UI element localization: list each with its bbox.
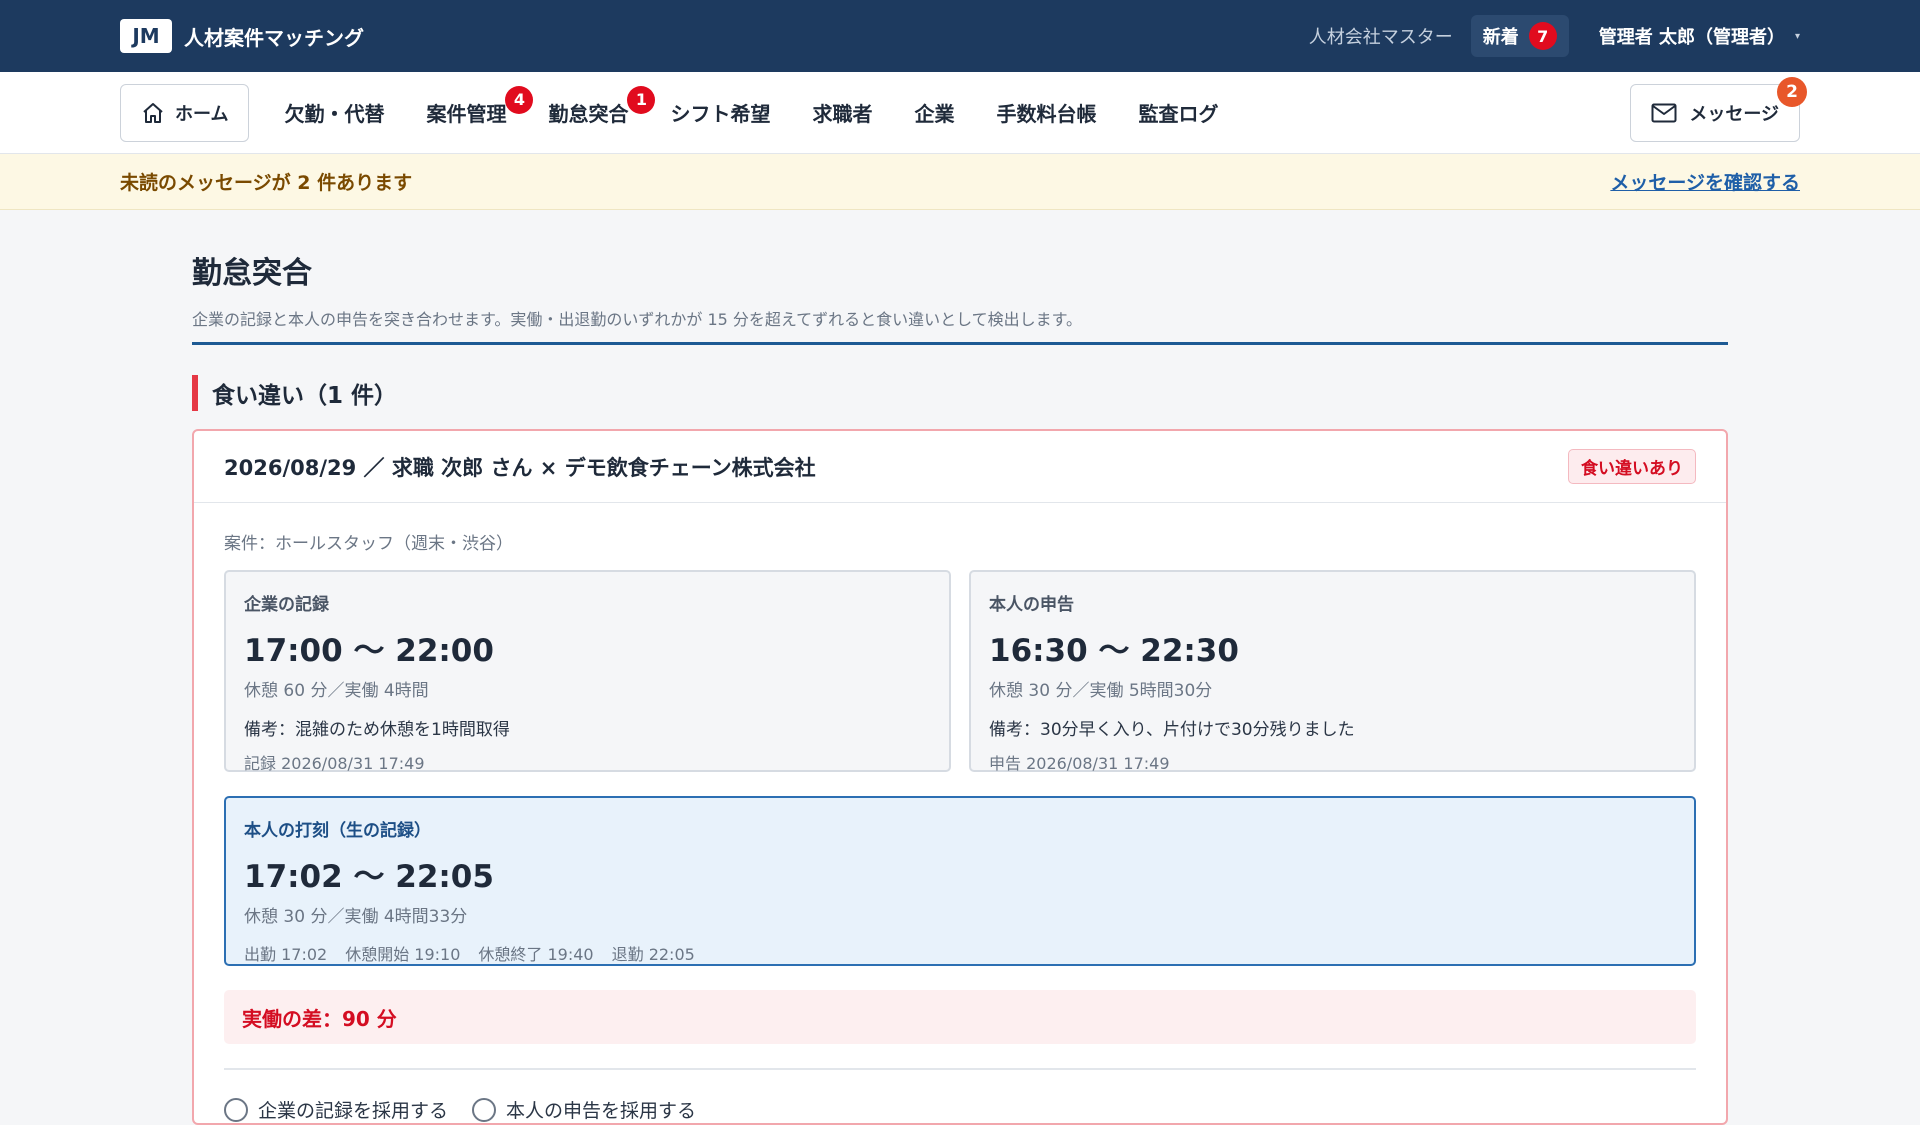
new-label: 新着 bbox=[1482, 27, 1519, 48]
messages-label: メッセージ bbox=[1689, 103, 1779, 125]
user-menu[interactable]: 管理者 太郎（管理者） ▾ bbox=[1599, 23, 1800, 49]
adopt-company-option[interactable]: 企業の記録を採用する bbox=[224, 1096, 448, 1123]
radio-button[interactable] bbox=[224, 1097, 248, 1122]
company-record-time: 17:00 〜 22:00 bbox=[244, 633, 494, 669]
punch-record-meta: 休憩 30 分／実働 4時間33分 bbox=[244, 907, 468, 927]
app-name: 人材案件マッチング bbox=[184, 25, 364, 50]
nav-item-shift[interactable]: シフト希望 bbox=[649, 84, 791, 142]
top-bar: JM 人材案件マッチング 人材会社マスター 新着 7 管理者 太郎（管理者） ▾ bbox=[0, 0, 1920, 72]
divider bbox=[224, 1068, 1696, 1070]
nav-item-label: 案件管理 bbox=[426, 102, 507, 126]
company-record-label: 企業の記録 bbox=[244, 595, 329, 615]
company-record-note: 備考：混雑のため休憩を1時間取得 bbox=[244, 720, 510, 740]
nav-item-attendance[interactable]: 勤怠突合 1 bbox=[527, 84, 656, 142]
punch-break-start: 休憩開始 19:10 bbox=[345, 945, 461, 964]
company-record-meta: 休憩 60 分／実働 4時間 bbox=[244, 681, 429, 701]
home-button[interactable]: ホーム bbox=[120, 83, 250, 142]
section-title: 食い違い（1 件） bbox=[192, 375, 1728, 411]
self-report-label: 本人の申告 bbox=[989, 595, 1074, 615]
card-title: 2026/08/29 ／ 求職 次郎 さん × デモ飲食チェーン株式会社 bbox=[224, 455, 816, 480]
self-report-meta: 休憩 30 分／実働 5時間30分 bbox=[989, 681, 1213, 701]
punch-break-end: 休憩終了 19:40 bbox=[478, 945, 594, 964]
self-report-stamp: 申告 2026/08/31 17:49 bbox=[989, 754, 1170, 773]
discrepancy-card: 2026/08/29 ／ 求職 次郎 さん × デモ飲食チェーン株式会社 食い違… bbox=[192, 429, 1728, 1125]
nav-item-label: 手数料台帳 bbox=[996, 102, 1097, 126]
user-name: 管理者 太郎（管理者） bbox=[1598, 27, 1785, 48]
nav-item-label: 監査ログ bbox=[1138, 102, 1219, 126]
nav-item-absence[interactable]: 欠勤・代替 bbox=[263, 84, 405, 142]
nav-item-companies[interactable]: 企業 bbox=[893, 84, 975, 142]
page-subtitle: 企業の記録と本人の申告を突き合わせます。実働・出退勤のいずれかが 15 分を超え… bbox=[192, 306, 1728, 345]
adopt-self-option[interactable]: 本人の申告を採用する bbox=[472, 1096, 696, 1123]
nav-item-fees[interactable]: 手数料台帳 bbox=[975, 84, 1117, 142]
new-count-badge: 7 bbox=[1528, 22, 1557, 50]
adopt-company-label: 企業の記録を採用する bbox=[258, 1100, 449, 1122]
nav-item-projects[interactable]: 案件管理 4 bbox=[405, 84, 534, 142]
status-badge: 食い違いあり bbox=[1568, 449, 1696, 484]
work-time-diff: 実働の差：90 分 bbox=[224, 990, 1696, 1044]
messages-count-badge: 2 bbox=[1777, 76, 1807, 107]
main-nav: ホーム 欠勤・代替 案件管理 4 勤怠突合 1 シフト希望 求職者 企業 手数料… bbox=[0, 72, 1920, 154]
radio-button[interactable] bbox=[472, 1097, 497, 1122]
messages-button[interactable]: メッセージ 2 bbox=[1630, 76, 1807, 142]
punch-record-time: 17:02 〜 22:05 bbox=[244, 859, 494, 895]
punch-record-box: 本人の打刻（生の記録） 17:02 〜 22:05 休憩 30 分／実働 4時間… bbox=[224, 796, 1696, 966]
resolution-options: 企業の記録を採用する 本人の申告を採用する bbox=[224, 1096, 1696, 1123]
nav-item-label: 求職者 bbox=[812, 102, 873, 126]
nav-item-audit-log[interactable]: 監査ログ bbox=[1117, 84, 1239, 142]
self-report-note: 備考：30分早く入り、片付けで30分残りました bbox=[989, 720, 1355, 740]
org-name: 人材会社マスター bbox=[1308, 27, 1453, 48]
punch-details: 出勤 17:02 休憩開始 19:10 休憩終了 19:40 退勤 22:05 bbox=[244, 941, 1676, 965]
adopt-self-label: 本人の申告を採用する bbox=[506, 1100, 697, 1122]
punch-record-label: 本人の打刻（生の記録） bbox=[244, 821, 431, 841]
punch-clock-out: 退勤 22:05 bbox=[611, 945, 695, 964]
brand[interactable]: JM 人材案件マッチング bbox=[120, 19, 364, 53]
nav-item-label: 勤怠突合 bbox=[548, 102, 629, 126]
self-report-box: 本人の申告 16:30 〜 22:30 休憩 30 分／実働 5時間30分 備考… bbox=[969, 570, 1696, 773]
nav-item-seekers[interactable]: 求職者 bbox=[791, 84, 893, 142]
nav-item-label: シフト希望 bbox=[670, 102, 771, 126]
app-logo: JM bbox=[120, 19, 172, 53]
new-notifications-button[interactable]: 新着 7 bbox=[1470, 15, 1569, 57]
check-messages-link[interactable]: メッセージを確認する bbox=[1610, 168, 1800, 195]
punch-clock-in: 出勤 17:02 bbox=[244, 945, 328, 964]
chevron-down-icon: ▾ bbox=[1794, 30, 1800, 42]
mail-icon bbox=[1651, 103, 1677, 122]
nav-item-label: 欠勤・代替 bbox=[284, 102, 385, 126]
home-label: ホーム bbox=[175, 103, 229, 125]
company-record-box: 企業の記録 17:00 〜 22:00 休憩 60 分／実働 4時間 備考：混雑… bbox=[224, 570, 951, 773]
unread-notice: 未読のメッセージが 2 件あります メッセージを確認する bbox=[0, 154, 1920, 210]
page-title: 勤怠突合 bbox=[192, 256, 312, 291]
nav-item-label: 企業 bbox=[914, 102, 955, 126]
main-content: 勤怠突合 企業の記録と本人の申告を突き合わせます。実働・出退勤のいずれかが 15… bbox=[192, 210, 1728, 1125]
company-record-stamp: 記録 2026/08/31 17:49 bbox=[244, 754, 425, 773]
self-report-time: 16:30 〜 22:30 bbox=[989, 633, 1239, 669]
project-name: 案件：ホールスタッフ（週末・渋谷） bbox=[224, 534, 513, 554]
home-icon bbox=[143, 102, 163, 123]
notice-text: 未読のメッセージが 2 件あります bbox=[120, 172, 413, 194]
